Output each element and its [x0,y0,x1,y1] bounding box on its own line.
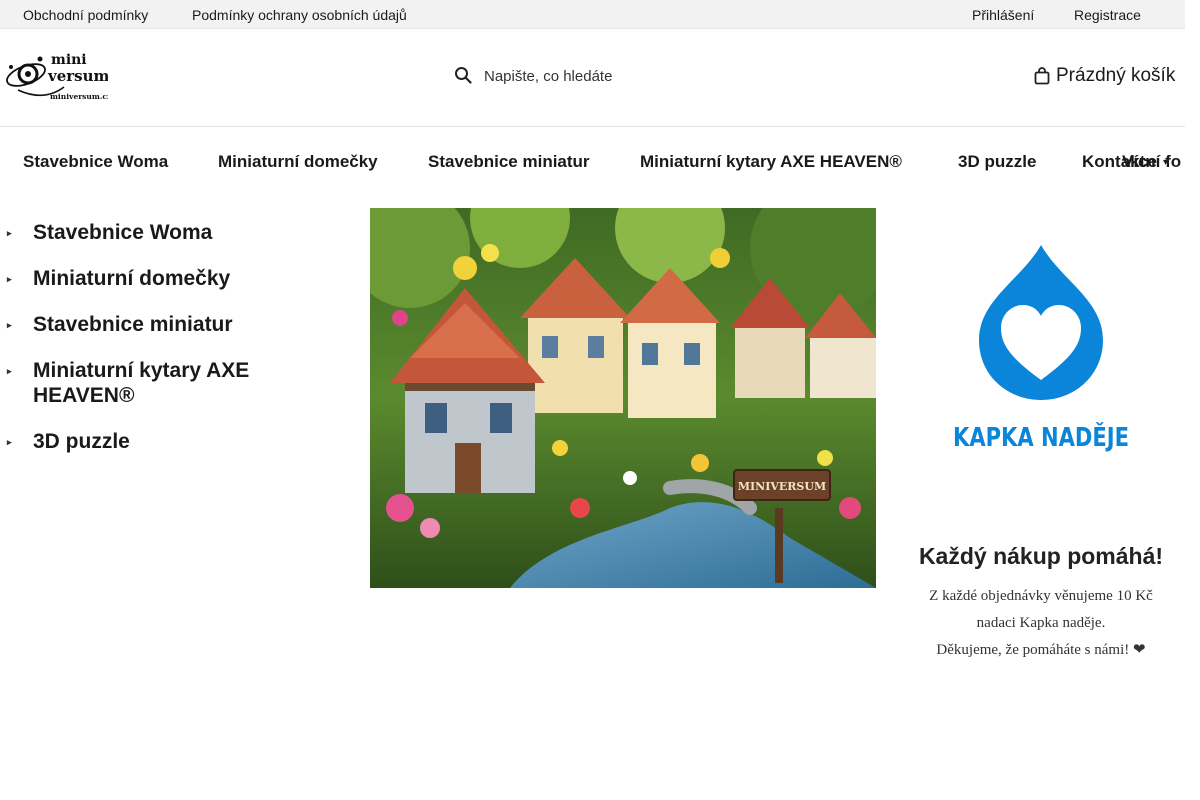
hero-banner[interactable]: MINIVERSUM [370,208,876,588]
chevron-right-icon: ▸ [7,437,12,447]
main-navigation: Stavebnice Woma Miniaturní domečky Stave… [0,127,1185,195]
register-link[interactable]: Registrace [1074,7,1141,23]
chevron-down-icon: ▾ [1163,157,1169,168]
category-sidebar: ▸ Stavebnice Woma ▸ Miniaturní domečky ▸… [0,220,300,475]
miniature-village-image: MINIVERSUM [370,208,876,588]
logo-word-versum: versum [47,67,108,85]
kapka-nadeje-logo[interactable]: KAPKA NADĚJE [951,240,1131,455]
site-logo[interactable]: mini versum miniversum.cz [4,47,111,105]
privacy-link[interactable]: Podmínky ochrany osobních údajů [192,7,407,23]
chevron-right-icon: ▸ [7,228,12,238]
charity-logo-text: KAPKA NADĚJE [953,421,1129,453]
terms-link[interactable]: Obchodní podmínky [23,7,148,23]
sidebar-item-miniaturni-domecky[interactable]: ▸ Miniaturní domečky [0,266,300,291]
nav-item-stavebnice-woma[interactable]: Stavebnice Woma [23,152,168,172]
sidebar-item-label: Stavebnice Woma [33,221,213,244]
logo-url: miniversum.cz [50,92,108,101]
charity-section: KAPKA NADĚJE Každý nákup pomáhá! Z každé… [910,240,1172,664]
charity-description: Z každé objednávky věnujeme 10 Kč nadaci… [910,583,1172,664]
miniversum-logo-graphic: mini versum miniversum.cz [6,52,111,101]
login-link[interactable]: Přihlášení [972,7,1034,23]
nav-item-axe-heaven[interactable]: Miniaturní kytary AXE HEAVEN® [640,152,902,172]
logo-word-mini: mini [51,52,87,68]
chevron-right-icon: ▸ [7,320,12,330]
charity-line-1: Z každé objednávky věnujeme 10 Kč nadaci… [929,588,1153,631]
search-icon[interactable] [454,66,472,84]
sidebar-item-label: Stavebnice miniatur [33,313,233,336]
chevron-right-icon: ▸ [7,366,12,376]
site-header: mini versum miniversum.cz Prázdný košík [0,29,1185,127]
shopping-bag-icon [1034,67,1050,85]
sidebar-item-axe-heaven[interactable]: ▸ Miniaturní kytary AXE HEAVEN® [0,358,300,408]
nav-item-stavebnice-miniatur[interactable]: Stavebnice miniatur [428,152,590,172]
chevron-right-icon: ▸ [7,274,12,284]
cart-label: Prázdný košík [1056,65,1176,86]
banner-sign-text: MINIVERSUM [738,480,826,493]
sidebar-item-label: 3D puzzle [33,430,130,453]
sidebar-item-3d-puzzle[interactable]: ▸ 3D puzzle [0,429,300,454]
top-utility-bar: Obchodní podmínky Podmínky ochrany osobn… [0,0,1185,29]
charity-heading: Každý nákup pomáhá! [918,543,1164,569]
sidebar-item-stavebnice-miniatur[interactable]: ▸ Stavebnice miniatur [0,312,300,337]
search-input[interactable] [484,64,724,88]
nav-more-button[interactable]: Více [1122,152,1157,172]
nav-item-3d-puzzle[interactable]: 3D puzzle [958,152,1036,172]
sidebar-item-label: Miniaturní kytary AXE HEAVEN® [33,359,250,407]
sidebar-item-stavebnice-woma[interactable]: ▸ Stavebnice Woma [0,220,300,245]
sidebar-item-label: Miniaturní domečky [33,267,231,290]
charity-line-2: Děkujeme, že pomáháte s námi! ❤ [936,642,1146,658]
nav-item-miniaturni-domecky[interactable]: Miniaturní domečky [218,152,378,172]
search-bar[interactable] [450,61,730,91]
